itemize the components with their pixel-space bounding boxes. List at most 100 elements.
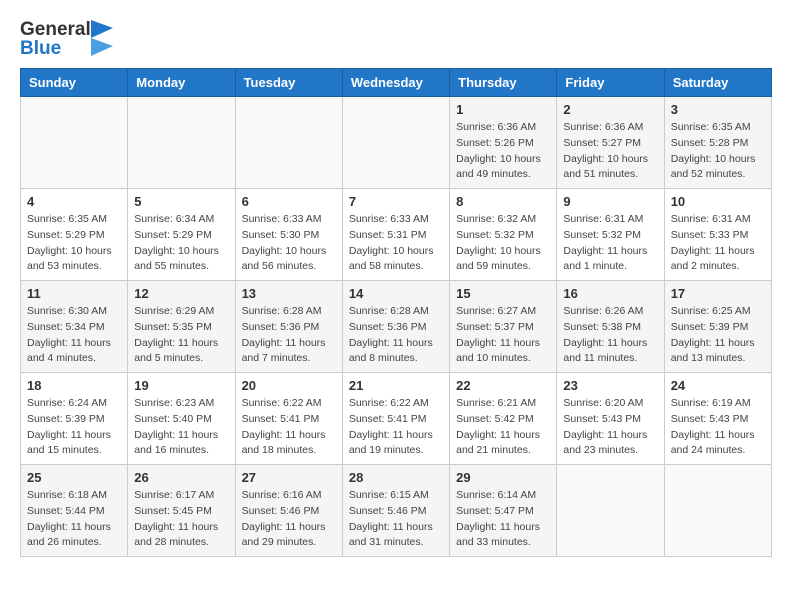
weekday-header-wednesday: Wednesday	[342, 69, 449, 97]
calendar-week-1: 1 Sunrise: 6:36 AM Sunset: 5:26 PM Daylig…	[21, 97, 772, 189]
weekday-header-monday: Monday	[128, 69, 235, 97]
calendar-cell: 19 Sunrise: 6:23 AM Sunset: 5:40 PM Dayli…	[128, 373, 235, 465]
calendar-cell: 15Sunrise: 6:27 AM Sunset: 5:37 PM Dayli…	[450, 281, 557, 373]
day-info: Sunrise: 6:33 AM Sunset: 5:31 PM Dayligh…	[349, 212, 443, 275]
calendar-cell: 1 Sunrise: 6:36 AM Sunset: 5:26 PM Daylig…	[450, 97, 557, 189]
day-info: Sunrise: 6:31 AM Sunset: 5:33 PM Dayligh…	[671, 212, 765, 275]
calendar-cell	[128, 97, 235, 189]
calendar-cell	[664, 465, 771, 557]
day-number: 13	[242, 286, 336, 301]
day-number: 28	[349, 470, 443, 485]
calendar-cell: 5Sunrise: 6:34 AM Sunset: 5:29 PM Daylig…	[128, 189, 235, 281]
calendar-cell	[557, 465, 664, 557]
calendar-cell: 4 Sunrise: 6:35 AM Sunset: 5:29 PM Daylig…	[21, 189, 128, 281]
calendar-cell: 25 Sunrise: 6:18 AM Sunset: 5:44 PM Dayli…	[21, 465, 128, 557]
day-info: Sunrise: 6:24 AM Sunset: 5:39 PM Dayligh…	[27, 396, 121, 459]
day-info: Sunrise: 6:25 AM Sunset: 5:39 PM Dayligh…	[671, 304, 765, 367]
logo-blue-text: Blue	[20, 38, 61, 59]
calendar-cell: 2Sunrise: 6:36 AM Sunset: 5:27 PM Daylig…	[557, 97, 664, 189]
day-info: Sunrise: 6:34 AM Sunset: 5:29 PM Dayligh…	[134, 212, 228, 275]
calendar-table: SundayMondayTuesdayWednesdayThursdayFrid…	[20, 68, 772, 557]
page-header: General Blue	[20, 20, 772, 58]
calendar-cell: 21 Sunrise: 6:22 AM Sunset: 5:41 PM Dayli…	[342, 373, 449, 465]
day-info: Sunrise: 6:21 AM Sunset: 5:42 PM Dayligh…	[456, 396, 550, 459]
calendar-cell: 29Sunrise: 6:14 AM Sunset: 5:47 PM Dayli…	[450, 465, 557, 557]
day-number: 10	[671, 194, 765, 209]
calendar-cell: 8 Sunrise: 6:32 AM Sunset: 5:32 PM Daylig…	[450, 189, 557, 281]
day-number: 11	[27, 286, 121, 301]
day-info: Sunrise: 6:27 AM Sunset: 5:37 PM Dayligh…	[456, 304, 550, 367]
day-number: 14	[349, 286, 443, 301]
day-info: Sunrise: 6:35 AM Sunset: 5:29 PM Dayligh…	[27, 212, 121, 275]
day-number: 25	[27, 470, 121, 485]
day-info: Sunrise: 6:19 AM Sunset: 5:43 PM Dayligh…	[671, 396, 765, 459]
logo-general-text: General	[20, 19, 91, 40]
day-number: 26	[134, 470, 228, 485]
day-info: Sunrise: 6:22 AM Sunset: 5:41 PM Dayligh…	[242, 396, 336, 459]
calendar-week-2: 4 Sunrise: 6:35 AM Sunset: 5:29 PM Daylig…	[21, 189, 772, 281]
weekday-header-saturday: Saturday	[664, 69, 771, 97]
day-number: 9	[563, 194, 657, 209]
calendar-cell: 14 Sunrise: 6:28 AM Sunset: 5:36 PM Dayli…	[342, 281, 449, 373]
day-number: 8	[456, 194, 550, 209]
calendar-cell: 26 Sunrise: 6:17 AM Sunset: 5:45 PM Dayli…	[128, 465, 235, 557]
weekday-header-sunday: Sunday	[21, 69, 128, 97]
calendar-cell: 28 Sunrise: 6:15 AM Sunset: 5:46 PM Dayli…	[342, 465, 449, 557]
day-number: 1	[456, 102, 550, 117]
day-number: 20	[242, 378, 336, 393]
day-number: 3	[671, 102, 765, 117]
calendar-cell: 23 Sunrise: 6:20 AM Sunset: 5:43 PM Dayli…	[557, 373, 664, 465]
calendar-cell: 9 Sunrise: 6:31 AM Sunset: 5:32 PM Daylig…	[557, 189, 664, 281]
calendar-cell: 17Sunrise: 6:25 AM Sunset: 5:39 PM Dayli…	[664, 281, 771, 373]
day-info: Sunrise: 6:15 AM Sunset: 5:46 PM Dayligh…	[349, 488, 443, 551]
calendar-cell: 11 Sunrise: 6:30 AM Sunset: 5:34 PM Dayli…	[21, 281, 128, 373]
day-info: Sunrise: 6:31 AM Sunset: 5:32 PM Dayligh…	[563, 212, 657, 275]
calendar-cell	[235, 97, 342, 189]
calendar-cell: 7 Sunrise: 6:33 AM Sunset: 5:31 PM Daylig…	[342, 189, 449, 281]
day-number: 12	[134, 286, 228, 301]
day-number: 29	[456, 470, 550, 485]
weekday-header-thursday: Thursday	[450, 69, 557, 97]
day-number: 22	[456, 378, 550, 393]
day-info: Sunrise: 6:23 AM Sunset: 5:40 PM Dayligh…	[134, 396, 228, 459]
calendar-week-4: 18 Sunrise: 6:24 AM Sunset: 5:39 PM Dayli…	[21, 373, 772, 465]
calendar-cell: 20 Sunrise: 6:22 AM Sunset: 5:41 PM Dayli…	[235, 373, 342, 465]
day-info: Sunrise: 6:16 AM Sunset: 5:46 PM Dayligh…	[242, 488, 336, 551]
day-info: Sunrise: 6:32 AM Sunset: 5:32 PM Dayligh…	[456, 212, 550, 275]
calendar-cell: 16Sunrise: 6:26 AM Sunset: 5:38 PM Dayli…	[557, 281, 664, 373]
day-number: 19	[134, 378, 228, 393]
day-info: Sunrise: 6:30 AM Sunset: 5:34 PM Dayligh…	[27, 304, 121, 367]
calendar-header-row: SundayMondayTuesdayWednesdayThursdayFrid…	[21, 69, 772, 97]
day-info: Sunrise: 6:28 AM Sunset: 5:36 PM Dayligh…	[349, 304, 443, 367]
day-info: Sunrise: 6:18 AM Sunset: 5:44 PM Dayligh…	[27, 488, 121, 551]
day-info: Sunrise: 6:35 AM Sunset: 5:28 PM Dayligh…	[671, 120, 765, 183]
day-number: 21	[349, 378, 443, 393]
calendar-cell	[342, 97, 449, 189]
calendar-cell: 12 Sunrise: 6:29 AM Sunset: 5:35 PM Dayli…	[128, 281, 235, 373]
day-number: 6	[242, 194, 336, 209]
calendar-week-5: 25 Sunrise: 6:18 AM Sunset: 5:44 PM Dayli…	[21, 465, 772, 557]
day-number: 27	[242, 470, 336, 485]
day-number: 23	[563, 378, 657, 393]
calendar-cell: 13 Sunrise: 6:28 AM Sunset: 5:36 PM Dayli…	[235, 281, 342, 373]
day-info: Sunrise: 6:33 AM Sunset: 5:30 PM Dayligh…	[242, 212, 336, 275]
day-info: Sunrise: 6:29 AM Sunset: 5:35 PM Dayligh…	[134, 304, 228, 367]
weekday-header-tuesday: Tuesday	[235, 69, 342, 97]
day-info: Sunrise: 6:26 AM Sunset: 5:38 PM Dayligh…	[563, 304, 657, 367]
day-info: Sunrise: 6:22 AM Sunset: 5:41 PM Dayligh…	[349, 396, 443, 459]
day-info: Sunrise: 6:28 AM Sunset: 5:36 PM Dayligh…	[242, 304, 336, 367]
calendar-cell: 24 Sunrise: 6:19 AM Sunset: 5:43 PM Dayli…	[664, 373, 771, 465]
calendar-cell: 22 Sunrise: 6:21 AM Sunset: 5:42 PM Dayli…	[450, 373, 557, 465]
day-number: 18	[27, 378, 121, 393]
day-number: 24	[671, 378, 765, 393]
day-info: Sunrise: 6:36 AM Sunset: 5:26 PM Dayligh…	[456, 120, 550, 183]
calendar-cell	[21, 97, 128, 189]
calendar-cell: 27 Sunrise: 6:16 AM Sunset: 5:46 PM Dayli…	[235, 465, 342, 557]
calendar-cell: 6 Sunrise: 6:33 AM Sunset: 5:30 PM Daylig…	[235, 189, 342, 281]
day-number: 4	[27, 194, 121, 209]
day-info: Sunrise: 6:17 AM Sunset: 5:45 PM Dayligh…	[134, 488, 228, 551]
day-info: Sunrise: 6:20 AM Sunset: 5:43 PM Dayligh…	[563, 396, 657, 459]
calendar-cell: 3 Sunrise: 6:35 AM Sunset: 5:28 PM Daylig…	[664, 97, 771, 189]
day-number: 7	[349, 194, 443, 209]
day-info: Sunrise: 6:36 AM Sunset: 5:27 PM Dayligh…	[563, 120, 657, 183]
